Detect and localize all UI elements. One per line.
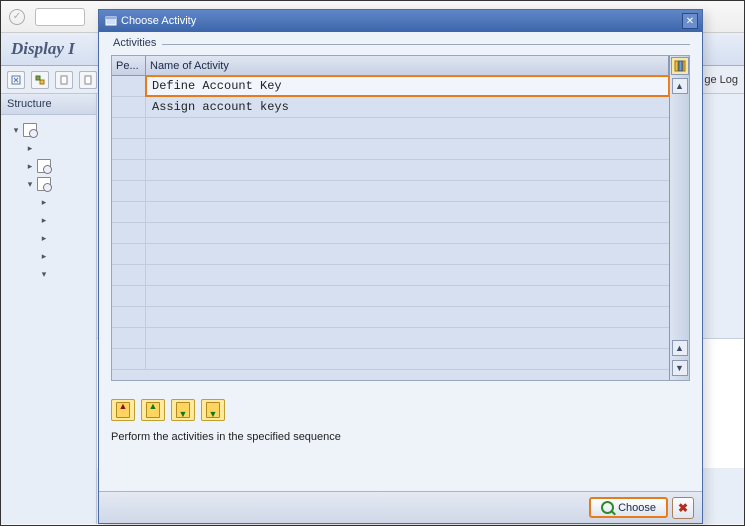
table-row[interactable]: Assign account keys — [112, 97, 669, 118]
table-body: Define Account Key Assign account keys — [112, 76, 669, 380]
table-row[interactable] — [112, 349, 669, 370]
change-log-label: ge Log — [704, 74, 738, 86]
cancel-button[interactable]: ✖ — [672, 497, 694, 519]
structure-sidebar: Structure ▾ ▸ ▸ ▾ ▸ ▸ ▸ — [1, 94, 97, 524]
tree-node[interactable]: ▸ — [5, 247, 92, 265]
sequence-action-buttons: ▲ ▲ ▼ ▼ — [111, 399, 690, 421]
table-row[interactable] — [112, 181, 669, 202]
table-row[interactable] — [112, 307, 669, 328]
tree-expand-icon[interactable]: ▸ — [39, 215, 49, 226]
table-row[interactable] — [112, 328, 669, 349]
tree-expand-icon[interactable]: ▸ — [39, 233, 49, 244]
instruction-text: Perform the activities in the specified … — [111, 431, 690, 443]
column-name[interactable]: Name of Activity — [146, 56, 669, 75]
table-row[interactable] — [112, 160, 669, 181]
folder-icon — [37, 159, 51, 173]
scroll-down-button[interactable]: ▼ — [672, 360, 688, 376]
table-row[interactable] — [112, 118, 669, 139]
tree-node[interactable]: ▾ — [5, 175, 92, 193]
table-header: Pe... Name of Activity — [112, 56, 669, 76]
tree-node[interactable]: ▸ — [5, 211, 92, 229]
table-scrollbar: ▲ ▲ ▼ — [669, 56, 689, 380]
tree-node[interactable]: ▾ — [5, 121, 92, 139]
tree-expand-icon[interactable]: ▸ — [39, 197, 49, 208]
tree-expand-icon[interactable]: ▸ — [25, 161, 35, 172]
toolbar-tree-nav-icon[interactable] — [31, 71, 49, 89]
activities-legend: Activities — [111, 37, 162, 49]
move-first-button[interactable]: ▲ — [111, 399, 135, 421]
table-row[interactable] — [112, 265, 669, 286]
choose-activity-dialog: Choose Activity ✕ Activities Pe... Name … — [98, 9, 703, 524]
tree-collapse-icon[interactable]: ▾ — [39, 269, 49, 280]
dialog-title: Choose Activity — [121, 15, 682, 27]
tree-expand-icon[interactable]: ▸ — [25, 143, 35, 154]
folder-icon — [23, 123, 37, 137]
tree-node[interactable]: ▾ — [5, 265, 92, 283]
structure-tree[interactable]: ▾ ▸ ▸ ▾ ▸ ▸ ▸ ▸ ▾ — [1, 115, 96, 289]
table-row[interactable] — [112, 202, 669, 223]
scroll-up2-button[interactable]: ▲ — [672, 340, 688, 356]
dialog-icon — [105, 15, 117, 27]
tree-collapse-icon[interactable]: ▾ — [25, 179, 35, 190]
magnifier-icon — [601, 501, 614, 514]
configure-columns-icon[interactable] — [671, 57, 689, 75]
command-field[interactable] — [35, 8, 85, 26]
tree-node[interactable]: ▸ — [5, 229, 92, 247]
column-perform[interactable]: Pe... — [112, 56, 146, 75]
structure-header: Structure — [1, 94, 96, 115]
activities-group: Activities Pe... Name of Activity Define… — [111, 44, 690, 381]
toolbar-doc-icon[interactable] — [55, 71, 73, 89]
activities-table: Pe... Name of Activity Define Account Ke… — [111, 55, 690, 381]
tree-node[interactable]: ▸ — [5, 139, 92, 157]
tree-collapse-icon[interactable]: ▾ — [11, 125, 21, 136]
toolbar-expand-icon[interactable] — [7, 71, 25, 89]
move-last-button[interactable]: ▼ — [201, 399, 225, 421]
dialog-footer: Choose ✖ — [99, 491, 702, 523]
window-title: Display I — [11, 39, 75, 58]
table-row[interactable] — [112, 286, 669, 307]
scroll-up-button[interactable]: ▲ — [672, 78, 688, 94]
table-row[interactable] — [112, 139, 669, 160]
table-row[interactable] — [112, 244, 669, 265]
table-row[interactable] — [112, 223, 669, 244]
toolbar-doc2-icon[interactable] — [79, 71, 97, 89]
choose-button-label: Choose — [618, 502, 656, 514]
move-down-button[interactable]: ▼ — [171, 399, 195, 421]
dialog-titlebar: Choose Activity ✕ — [99, 10, 702, 32]
tree-expand-icon[interactable]: ▸ — [39, 251, 49, 262]
tree-node[interactable]: ▸ — [5, 193, 92, 211]
activity-name: Assign account keys — [146, 97, 669, 117]
activity-name: Define Account Key — [145, 76, 669, 97]
ok-status-icon: ✓ — [9, 9, 25, 25]
choose-button[interactable]: Choose — [589, 497, 668, 518]
dialog-close-button[interactable]: ✕ — [682, 13, 698, 29]
table-row[interactable]: Define Account Key — [112, 76, 669, 97]
move-up-button[interactable]: ▲ — [141, 399, 165, 421]
folder-icon — [37, 177, 51, 191]
tree-node[interactable]: ▸ — [5, 157, 92, 175]
